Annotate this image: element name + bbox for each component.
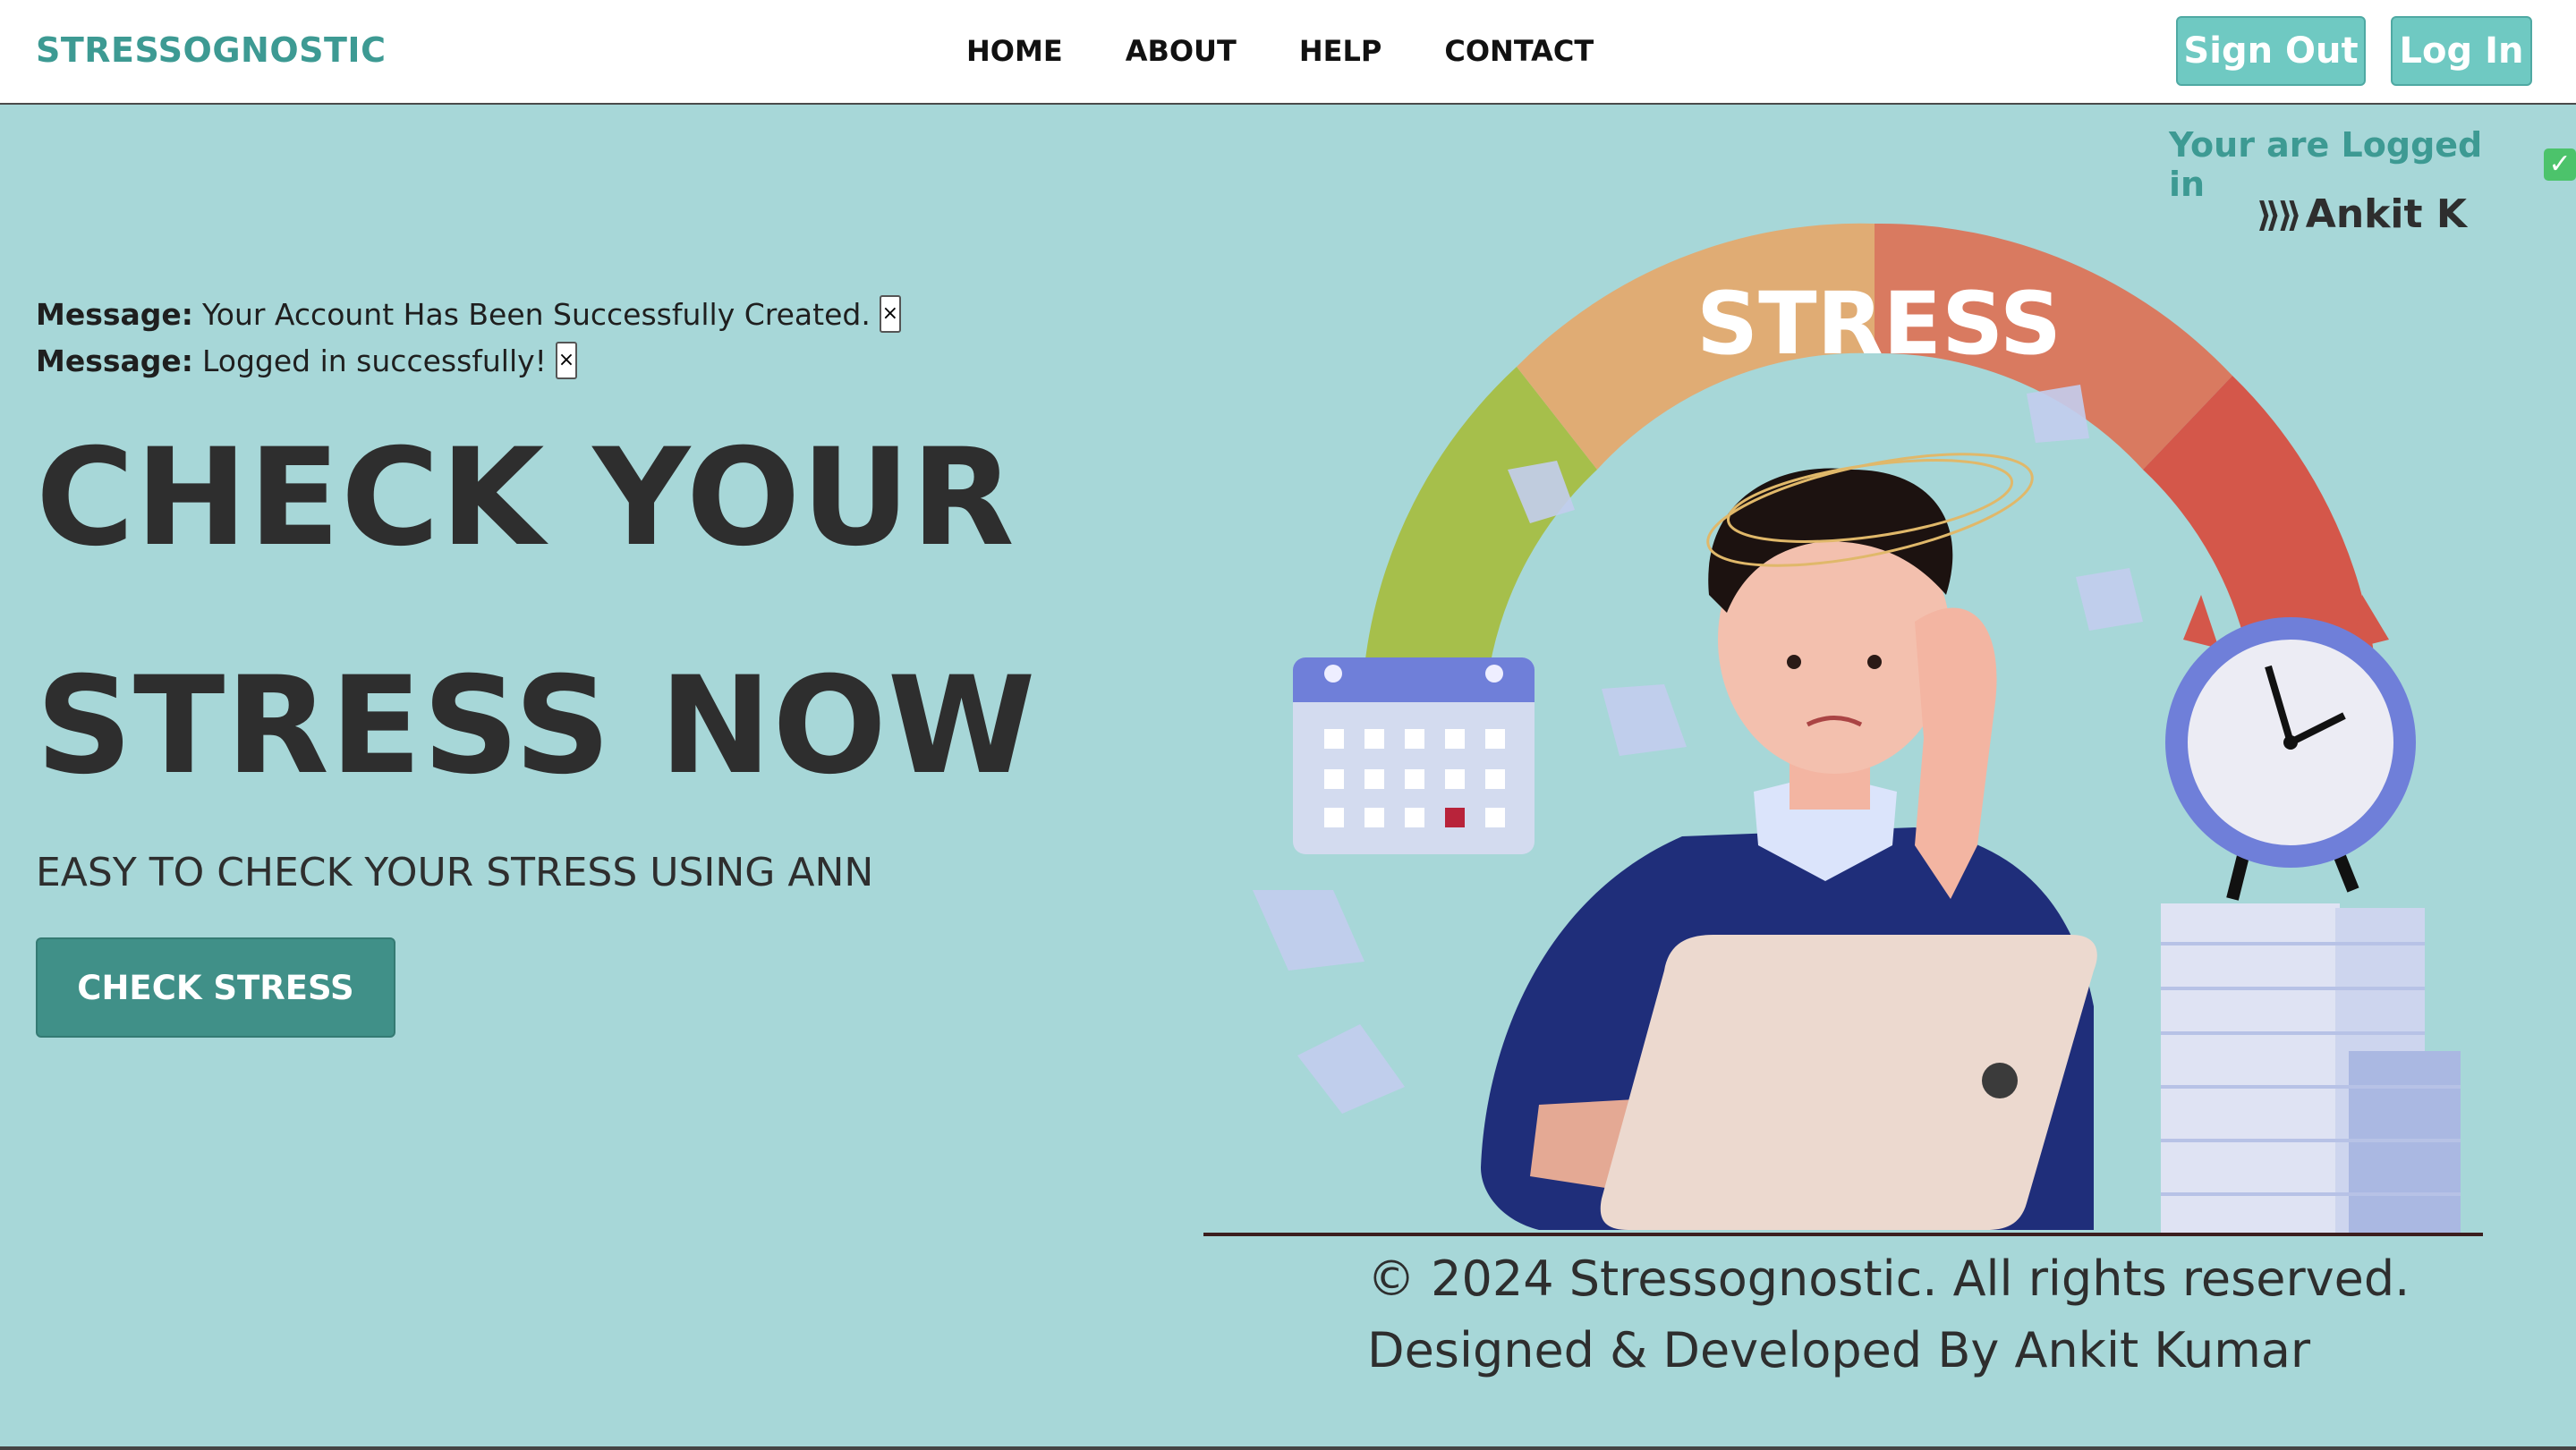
log-in-button[interactable]: Log In bbox=[2391, 16, 2532, 86]
alarm-clock-icon bbox=[2165, 595, 2416, 901]
message-text: Logged in successfully! bbox=[201, 343, 547, 378]
nav-home[interactable]: HOME bbox=[966, 34, 1063, 68]
calendar-icon bbox=[1293, 657, 1535, 854]
hero-subtitle: EASY TO CHECK YOUR STRESS USING ANN bbox=[36, 850, 874, 895]
close-message-button[interactable]: × bbox=[555, 342, 577, 379]
hero-title-line-1: CHECK YOUR bbox=[36, 420, 1016, 576]
laptop-icon bbox=[1600, 935, 2097, 1230]
nav-contact[interactable]: CONTACT bbox=[1444, 34, 1594, 68]
gauge-label: STRESS bbox=[1696, 274, 2062, 374]
flash-message: Message: Logged in successfully! × bbox=[36, 342, 577, 379]
page-bottom-border bbox=[0, 1446, 2576, 1450]
message-text: Your Account Has Been Successfully Creat… bbox=[201, 296, 871, 332]
sign-out-button[interactable]: Sign Out bbox=[2176, 16, 2366, 86]
brand-logo[interactable]: STRESSOGNOSTIC bbox=[36, 30, 386, 70]
message-label: Message: bbox=[36, 296, 193, 332]
paper-stacks bbox=[2161, 903, 2461, 1234]
flash-message: Message: Your Account Has Been Successfu… bbox=[36, 295, 901, 333]
footer-divider bbox=[1203, 1233, 2483, 1236]
message-label: Message: bbox=[36, 343, 193, 378]
footer-credit: Designed & Developed By Ankit Kumar bbox=[1367, 1322, 2311, 1378]
close-message-button[interactable]: × bbox=[879, 295, 901, 333]
hero-title-line-2: STRESS NOW bbox=[36, 649, 1037, 804]
nav-about[interactable]: ABOUT bbox=[1126, 34, 1237, 68]
nav-help[interactable]: HELP bbox=[1299, 34, 1382, 68]
checkmark-icon: ✓ bbox=[2544, 148, 2576, 181]
stress-illustration: STRESS bbox=[1253, 223, 2461, 1234]
nav-links: HOME ABOUT HELP CONTACT bbox=[966, 34, 1594, 68]
check-stress-button[interactable]: CHECK STRESS bbox=[36, 937, 395, 1038]
footer-copyright: © 2024 Stressognostic. All rights reserv… bbox=[1367, 1251, 2410, 1307]
navbar: STRESSOGNOSTIC HOME ABOUT HELP CONTACT S… bbox=[0, 0, 2576, 105]
